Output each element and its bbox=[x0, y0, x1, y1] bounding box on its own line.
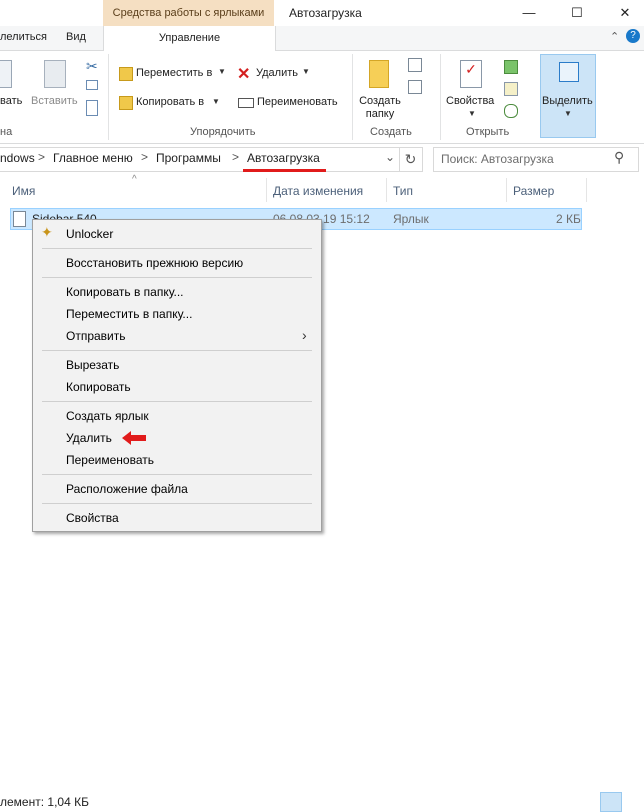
delete-button[interactable]: Удалить bbox=[256, 67, 298, 79]
maximize-button[interactable]: ☐ bbox=[554, 0, 600, 26]
move-to-icon bbox=[119, 67, 133, 81]
rename-icon bbox=[238, 98, 254, 108]
column-separator[interactable] bbox=[386, 178, 387, 202]
chevron-down-icon: ▼ bbox=[218, 67, 226, 76]
group-separator bbox=[440, 54, 441, 140]
help-icon[interactable]: ? bbox=[626, 29, 640, 43]
red-arrow-icon bbox=[122, 431, 146, 445]
submenu-chevron-icon: › bbox=[302, 327, 307, 343]
menu-separator bbox=[42, 401, 312, 402]
new-folder-label-2: папку bbox=[365, 108, 395, 120]
tab-manage[interactable]: Управление bbox=[103, 26, 276, 51]
unlocker-wand-icon: ✦ bbox=[41, 224, 53, 240]
menu-separator bbox=[42, 350, 312, 351]
context-tab-shortcut-tools[interactable]: Средства работы с ярлыками bbox=[103, 0, 274, 26]
chevron-down-icon: ▼ bbox=[564, 109, 572, 118]
new-folder-icon bbox=[369, 60, 389, 88]
group-label-clipboard: на bbox=[0, 126, 13, 138]
menu-item-copy[interactable]: Копировать bbox=[66, 380, 131, 394]
group-label-open: Открыть bbox=[466, 126, 510, 138]
menu-item-properties[interactable]: Свойства bbox=[66, 511, 119, 525]
breadcrumb-separator[interactable]: > bbox=[232, 150, 239, 164]
column-header-type[interactable]: Тип bbox=[393, 184, 413, 198]
properties-icon: ✓ bbox=[460, 60, 482, 88]
refresh-icon[interactable]: ↻ bbox=[399, 147, 423, 172]
breadcrumb-programs[interactable]: Программы bbox=[156, 151, 221, 165]
menu-item-cut[interactable]: Вырезать bbox=[66, 358, 119, 372]
copy-to-icon bbox=[119, 96, 133, 110]
file-type: Ярлык bbox=[393, 212, 429, 226]
sort-indicator-icon: ^ bbox=[132, 174, 137, 185]
history-icon[interactable] bbox=[504, 104, 518, 118]
paste-icon bbox=[0, 60, 12, 88]
select-label: Выделить bbox=[542, 95, 593, 107]
menu-item-delete[interactable]: Удалить bbox=[66, 431, 112, 445]
menu-separator bbox=[42, 503, 312, 504]
new-folder-button[interactable]: Создать папку bbox=[352, 95, 408, 121]
menu-item-send-to[interactable]: Отправить bbox=[66, 329, 126, 343]
breadcrumb-startup[interactable]: Автозагрузка bbox=[247, 151, 320, 165]
open-icon[interactable] bbox=[504, 60, 518, 74]
edit-icon[interactable] bbox=[504, 82, 518, 96]
file-size: 2 КБ bbox=[556, 212, 581, 226]
highlight-underline bbox=[243, 169, 326, 172]
search-placeholder: Поиск: Автозагрузка bbox=[441, 152, 554, 166]
menu-separator bbox=[42, 248, 312, 249]
menu-item-file-location[interactable]: Расположение файла bbox=[66, 482, 188, 496]
group-label-new: Создать bbox=[370, 126, 412, 138]
breadcrumb-separator[interactable]: > bbox=[38, 150, 45, 164]
breadcrumb-start-menu[interactable]: Главное меню bbox=[53, 151, 133, 165]
window-title: Автозагрузка bbox=[289, 6, 362, 20]
menu-item-move-to-folder[interactable]: Переместить в папку... bbox=[66, 307, 192, 321]
tab-share[interactable]: лелиться bbox=[0, 31, 47, 43]
paste-shortcut-button[interactable]: Вставить bbox=[31, 95, 78, 107]
paste-shortcut-icon bbox=[44, 60, 66, 88]
ribbon-tab-row bbox=[0, 26, 644, 51]
menu-item-copy-to-folder[interactable]: Копировать в папку... bbox=[66, 285, 184, 299]
copy-path-icon[interactable] bbox=[86, 80, 98, 90]
column-header-name[interactable]: Имя bbox=[12, 184, 35, 198]
paste-button[interactable]: вать bbox=[0, 95, 22, 107]
chevron-down-icon: ▼ bbox=[302, 67, 310, 76]
paste-small-icon[interactable] bbox=[86, 100, 98, 116]
menu-separator bbox=[42, 474, 312, 475]
menu-item-create-shortcut[interactable]: Создать ярлык bbox=[66, 409, 149, 423]
details-view-icon[interactable] bbox=[600, 792, 622, 812]
column-separator[interactable] bbox=[506, 178, 507, 202]
cut-icon[interactable]: ✂ bbox=[86, 58, 98, 75]
column-header-size[interactable]: Размер bbox=[513, 184, 554, 198]
column-separator[interactable] bbox=[586, 178, 587, 202]
minimize-button[interactable]: — bbox=[506, 0, 552, 26]
properties-button[interactable]: Свойства bbox=[446, 95, 494, 107]
delete-icon: ✕ bbox=[237, 66, 251, 83]
breadcrumb-windows[interactable]: ndows bbox=[0, 151, 35, 165]
new-item-icon[interactable] bbox=[408, 58, 422, 72]
select-icon bbox=[559, 62, 579, 82]
menu-item-rename[interactable]: Переименовать bbox=[66, 453, 154, 467]
chevron-down-icon: ▼ bbox=[468, 109, 476, 118]
menu-item-restore[interactable]: Восстановить прежнюю версию bbox=[66, 256, 243, 270]
shortcut-file-icon bbox=[13, 211, 26, 227]
menu-item-unlocker[interactable]: Unlocker bbox=[66, 227, 113, 241]
easy-access-icon[interactable] bbox=[408, 80, 422, 94]
column-header-date[interactable]: Дата изменения bbox=[273, 184, 363, 198]
status-text: лемент: 1,04 КБ bbox=[0, 795, 89, 809]
close-button[interactable]: ✕ bbox=[602, 0, 644, 26]
move-to-button[interactable]: Переместить в bbox=[136, 67, 212, 79]
column-separator[interactable] bbox=[266, 178, 267, 202]
new-folder-label-1: Создать bbox=[359, 95, 401, 107]
chevron-down-icon: ▼ bbox=[212, 97, 220, 106]
tab-view[interactable]: Вид bbox=[66, 31, 86, 43]
group-separator bbox=[108, 54, 109, 140]
breadcrumb-separator[interactable]: > bbox=[141, 150, 148, 164]
collapse-ribbon-icon[interactable]: ⌃ bbox=[610, 30, 619, 43]
large-icons-view-icon[interactable] bbox=[624, 792, 642, 810]
rename-button[interactable]: Переименовать bbox=[257, 96, 338, 108]
address-dropdown-icon[interactable]: ⌄ bbox=[385, 150, 395, 164]
menu-separator bbox=[42, 277, 312, 278]
group-label-organize: Упорядочить bbox=[190, 126, 256, 138]
copy-to-button[interactable]: Копировать в bbox=[136, 96, 204, 108]
search-icon[interactable]: ⚲ bbox=[614, 149, 624, 166]
